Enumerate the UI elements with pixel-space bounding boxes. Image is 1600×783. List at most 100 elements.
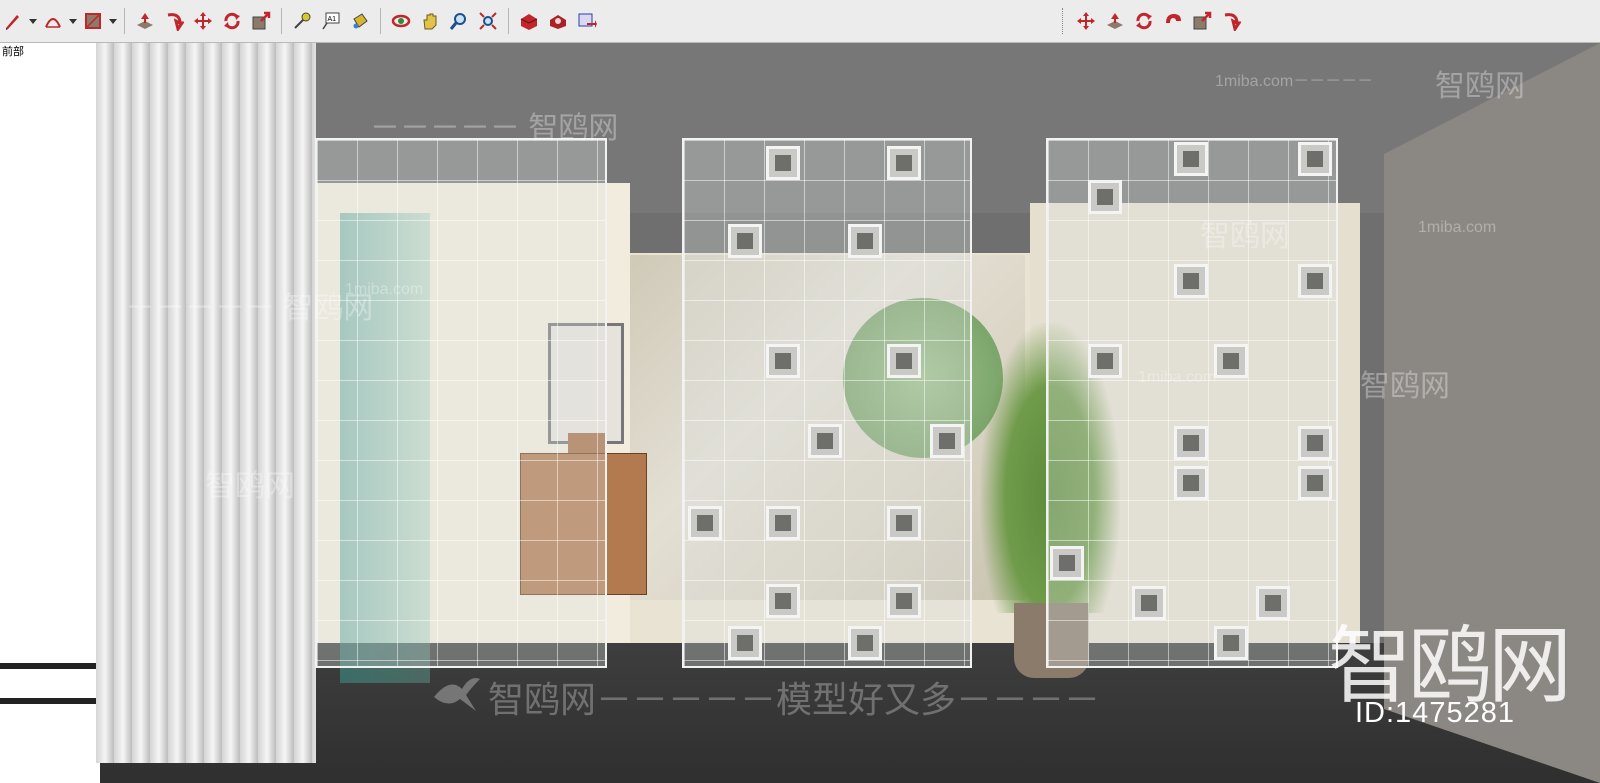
- drawing-tools-group: A1: [0, 7, 600, 35]
- arc-dropdown[interactable]: [69, 8, 77, 34]
- watermark-tagline: 智鸥网－－－－－模型好又多－－－－: [488, 679, 1101, 720]
- share-model-button[interactable]: [574, 8, 600, 34]
- extension-warehouse-icon: [550, 15, 566, 29]
- rotate-tool-button-2[interactable]: [1131, 8, 1157, 34]
- zoom-extents-tool-button[interactable]: [475, 8, 501, 34]
- offset-icon: [1224, 13, 1241, 31]
- watermark-domain: 1miba.com: [345, 281, 424, 298]
- balcony-railing: [0, 698, 100, 704]
- paint-bucket-tool-button[interactable]: [347, 8, 373, 34]
- scale-tool-button-2[interactable]: [1189, 8, 1215, 34]
- main-toolbar: A1: [0, 0, 1600, 43]
- push-pull-icon: [1107, 13, 1123, 29]
- move-tool-button[interactable]: [190, 8, 216, 34]
- zoom-tool-button[interactable]: [446, 8, 472, 34]
- scale-tool-button[interactable]: [248, 8, 274, 34]
- concrete-cube: [728, 626, 762, 660]
- extension-warehouse-button[interactable]: [545, 8, 571, 34]
- orbit-icon: [391, 14, 411, 28]
- glass-partition-right: [1046, 138, 1338, 668]
- concrete-cube: [766, 344, 800, 378]
- concrete-cube: [688, 506, 722, 540]
- concrete-cube: [848, 224, 882, 258]
- pencil-dropdown[interactable]: [29, 8, 37, 34]
- warehouse-icon: [520, 14, 538, 30]
- watermark-domain: 1miba.com－－－－－: [1215, 73, 1374, 90]
- concrete-cube: [848, 626, 882, 660]
- scale-icon: [252, 11, 271, 30]
- toolbar-separator: [380, 8, 381, 34]
- edit-tools-group: [1062, 7, 1244, 35]
- concrete-cube: [1050, 546, 1084, 580]
- watermark-bird-logo: [434, 678, 480, 711]
- watermark-text: 智鸥网: [1435, 70, 1525, 103]
- concrete-cube: [930, 424, 964, 458]
- pan-tool-button[interactable]: [417, 8, 443, 34]
- 3d-warehouse-button[interactable]: [516, 8, 542, 34]
- move-icon: [194, 12, 212, 30]
- rotate-icon: [224, 12, 240, 30]
- push-pull-icon: [137, 13, 153, 29]
- pan-icon: [423, 13, 437, 30]
- concrete-cube: [1298, 426, 1332, 460]
- rotate-tool-button[interactable]: [219, 8, 245, 34]
- toolbar-separator: [508, 8, 509, 34]
- offset-tool-button[interactable]: [1218, 8, 1244, 34]
- concrete-cube: [766, 506, 800, 540]
- watermark-text: －－－－－ 智鸥网: [370, 112, 619, 145]
- concrete-cube: [808, 424, 842, 458]
- follow-me-icon: [1166, 14, 1181, 23]
- toolbar-separator: [281, 8, 282, 34]
- push-pull-tool-button-2[interactable]: [1102, 8, 1128, 34]
- zoom-extents-icon: [479, 12, 497, 30]
- concrete-cube: [766, 146, 800, 180]
- rotate-icon: [1136, 12, 1152, 30]
- concrete-cube: [728, 224, 762, 258]
- window-opening: [0, 43, 100, 783]
- concrete-cube: [1256, 586, 1290, 620]
- concrete-cube: [1088, 344, 1122, 378]
- watermark-text: －－－－－ 智鸥网: [125, 292, 374, 325]
- rectangle-dropdown[interactable]: [109, 8, 117, 34]
- concrete-cube: [1174, 142, 1208, 176]
- watermark-domain: 1miba.com: [1138, 369, 1217, 386]
- move-tool-button-2[interactable]: [1073, 8, 1099, 34]
- concrete-cube: [887, 344, 921, 378]
- white-curtain: [96, 43, 316, 763]
- rectangle-icon: [85, 13, 101, 29]
- concrete-cube: [766, 584, 800, 618]
- pencil-tool-button[interactable]: [0, 8, 26, 34]
- toolbar-grip[interactable]: [1062, 8, 1067, 34]
- concrete-cube: [1174, 466, 1208, 500]
- model-viewport[interactable]: －－－－－ 智鸥网 －－－－－ 智鸥网 智鸥网 智鸥网 智鸥网 智鸥网 1mib…: [0, 43, 1600, 783]
- zoom-icon: [449, 13, 466, 30]
- rectangle-tool-button[interactable]: [80, 8, 106, 34]
- balcony-railing: [0, 663, 100, 669]
- text-tool-button[interactable]: A1: [318, 8, 344, 34]
- concrete-cube: [1214, 344, 1248, 378]
- arc-icon: [45, 18, 61, 28]
- tape-measure-icon: [294, 12, 311, 29]
- text-icon: A1: [322, 12, 340, 30]
- arc-tool-button[interactable]: [40, 8, 66, 34]
- toolbar-separator: [124, 8, 125, 34]
- move-icon: [1077, 12, 1095, 30]
- concrete-cube: [887, 584, 921, 618]
- follow-me-tool-button-2[interactable]: [1160, 8, 1186, 34]
- watermark-text: 智鸥网: [1200, 220, 1290, 253]
- concrete-cube: [1298, 466, 1332, 500]
- concrete-cube: [1298, 142, 1332, 176]
- orbit-tool-button[interactable]: [388, 8, 414, 34]
- concrete-cube: [1174, 264, 1208, 298]
- follow-me-tool-button[interactable]: [161, 8, 187, 34]
- concrete-cube: [887, 506, 921, 540]
- paint-bucket-icon: [353, 13, 368, 29]
- tape-measure-tool-button[interactable]: [289, 8, 315, 34]
- view-name-label: 前部: [2, 46, 24, 58]
- scale-icon: [1193, 11, 1212, 30]
- watermark-text: 智鸥网: [1360, 370, 1450, 403]
- push-pull-tool-button[interactable]: [132, 8, 158, 34]
- glass-partition-left: [315, 138, 607, 668]
- concrete-cube: [887, 146, 921, 180]
- svg-text:A1: A1: [328, 16, 337, 23]
